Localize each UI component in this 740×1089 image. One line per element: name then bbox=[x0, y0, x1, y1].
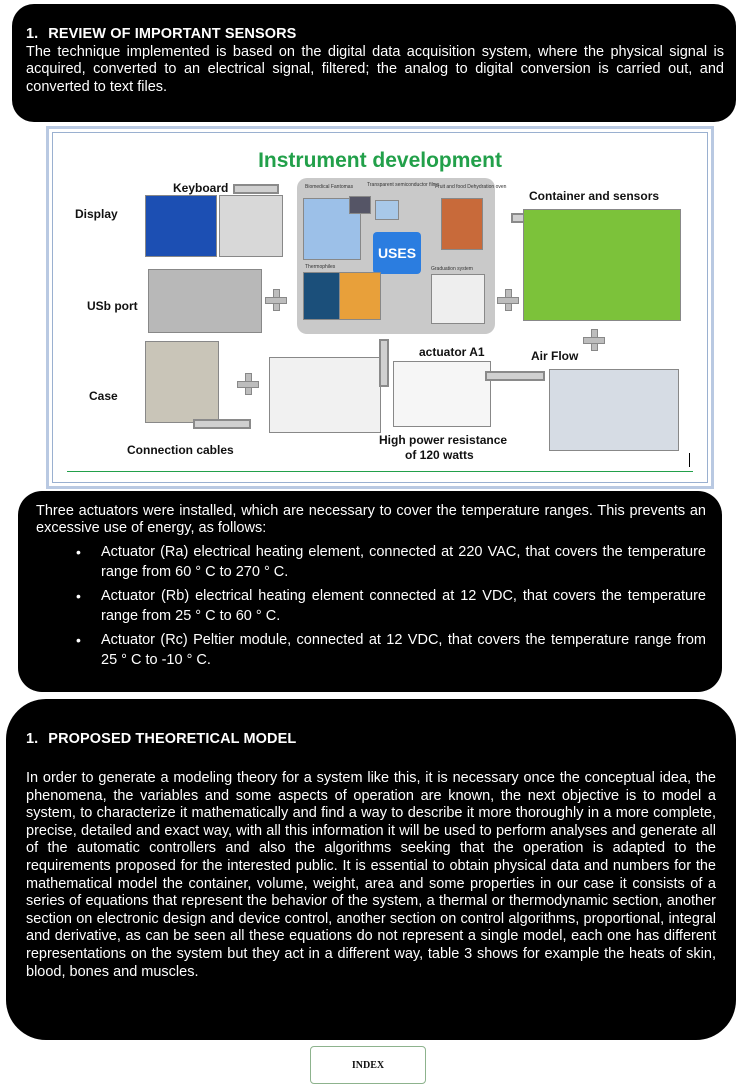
section-actuators: Three actuators were installed, which ar… bbox=[18, 491, 722, 692]
plus-icon bbox=[583, 329, 605, 351]
figure-title: Instrument development bbox=[258, 149, 502, 172]
plus-icon bbox=[237, 373, 259, 395]
list-item: Actuator (Rb) electrical heating element… bbox=[76, 586, 706, 626]
case-image bbox=[145, 341, 219, 423]
uses-badge: USES bbox=[373, 232, 421, 274]
label-transparent: Transparent semiconductor films bbox=[367, 182, 440, 188]
list-item: Actuator (Ra) electrical heating element… bbox=[76, 542, 706, 582]
keyboard-image bbox=[219, 195, 283, 257]
label-keyboard: Keyboard bbox=[173, 181, 229, 195]
uses-panel: Biomedical Fantomas Transparent semicond… bbox=[297, 178, 506, 334]
arrow-up-icon bbox=[379, 339, 389, 387]
text-cursor bbox=[689, 453, 690, 467]
section-heading: 1. REVIEW OF IMPORTANT SENSORS bbox=[26, 26, 297, 42]
graduation-image bbox=[431, 274, 485, 324]
circuit-diagram-image bbox=[269, 357, 381, 433]
actuator-image bbox=[393, 361, 491, 427]
section-paragraph: In order to generate a modeling theory f… bbox=[26, 770, 716, 980]
label-graduation: Graduation system bbox=[431, 266, 473, 272]
label-actuator: actuator A1 bbox=[419, 345, 485, 359]
label-resistance-line2: of 120 watts bbox=[405, 448, 474, 462]
container-image bbox=[523, 209, 681, 321]
label-fruit: Fruit and food Dehydration oven bbox=[435, 184, 507, 190]
figure-frame: Instrument development Keyboard Display … bbox=[52, 132, 708, 483]
thermophiles-image bbox=[303, 272, 341, 320]
display-image bbox=[145, 195, 217, 257]
section-review-sensors: 1. REVIEW OF IMPORTANT SENSORS The techni… bbox=[12, 4, 736, 122]
section-heading: 1. PROPOSED THEORETICAL MODEL bbox=[26, 731, 297, 747]
airflow-image bbox=[549, 369, 679, 451]
label-container-sensors: Container and sensors bbox=[529, 189, 660, 203]
label-thermophiles: Thermophiles bbox=[305, 264, 336, 270]
label-connection-cables: Connection cables bbox=[127, 443, 234, 457]
label-display: Display bbox=[75, 207, 118, 221]
arrow-right-icon bbox=[193, 419, 251, 429]
film-image bbox=[375, 200, 399, 220]
plus-icon bbox=[265, 289, 287, 311]
thermal-map-image bbox=[339, 272, 381, 320]
actuators-intro: Three actuators were installed, which ar… bbox=[36, 503, 706, 537]
label-biomedical: Biomedical Fantomas bbox=[305, 184, 354, 190]
arrow-left-icon bbox=[233, 184, 279, 194]
list-item: Actuator (Rc) Peltier module, connected … bbox=[76, 630, 706, 670]
divider-line bbox=[67, 471, 693, 472]
instrument-development-figure: Instrument development Keyboard Display … bbox=[46, 126, 714, 489]
section-theoretical-model: 1. PROPOSED THEORETICAL MODEL In order to… bbox=[6, 699, 736, 1040]
arrow-left-icon bbox=[485, 371, 545, 381]
film-image bbox=[349, 196, 371, 214]
section-paragraph: The technique implemented is based on th… bbox=[26, 44, 724, 95]
label-resistance-line1: High power resistance bbox=[379, 433, 508, 447]
label-air-flow: Air Flow bbox=[531, 349, 579, 363]
actuator-list: Actuator (Ra) electrical heating element… bbox=[36, 542, 706, 670]
label-case: Case bbox=[89, 389, 118, 403]
label-usb-port: USb port bbox=[87, 299, 138, 313]
oven-image bbox=[441, 198, 483, 250]
plus-icon bbox=[497, 289, 519, 311]
index-button[interactable]: INDEX bbox=[310, 1046, 426, 1084]
usb-port-image bbox=[148, 269, 262, 333]
